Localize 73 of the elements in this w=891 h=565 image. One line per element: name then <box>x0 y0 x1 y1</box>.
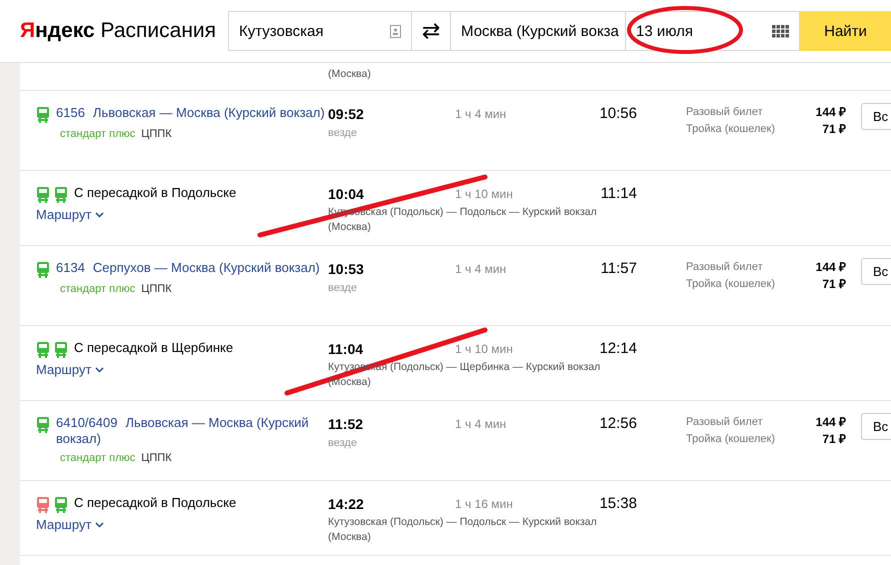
chevron-down-icon <box>95 367 104 373</box>
fare-price: 144 ₽ <box>816 105 846 119</box>
fare-label: Тройка (кошелек) <box>686 122 776 136</box>
train-route-link[interactable]: 6156 Львовская — Москва (Курский вокзал) <box>56 105 325 121</box>
fare-label: Разовый билет <box>686 105 763 119</box>
stops-label: везде <box>328 126 357 140</box>
duration-label: 1 ч 4 мин <box>455 416 506 433</box>
calendar-icon[interactable] <box>772 24 790 38</box>
swap-button[interactable]: ⇄ <box>412 11 450 51</box>
route-stations: Кутузовская (Подольск) — Подольск — Курский вокзал (Москва) <box>328 515 598 545</box>
fare-price: 71 ₽ <box>822 277 846 291</box>
fare-label: Разовый билет <box>686 260 763 274</box>
chevron-down-icon <box>95 212 104 218</box>
train-icon <box>36 106 50 123</box>
departure-time: 11:52 <box>328 415 364 433</box>
carrier-label: ЦППК <box>141 451 172 465</box>
fare-label: Тройка (кошелек) <box>686 432 776 446</box>
route-link[interactable]: Маршрут <box>36 362 104 378</box>
search-button[interactable]: Найти <box>800 11 891 51</box>
arrival-time: 12:56 <box>599 415 637 433</box>
carrier-label: ЦППК <box>141 127 172 141</box>
route-stations: (Москва) <box>328 67 371 82</box>
departure-time: 11:04 <box>328 340 364 358</box>
logo[interactable]: Яндекс Расписания <box>20 17 216 45</box>
arrival-time: 12:14 <box>599 340 637 358</box>
arrival-time: 15:38 <box>599 495 637 513</box>
train-icon <box>36 341 50 358</box>
category-label: стандарт плюс <box>60 451 136 465</box>
stops-label: везде <box>328 436 357 450</box>
arrival-time: 11:14 <box>600 185 637 203</box>
transfer-title: С пересадкой в Подольске <box>74 495 236 511</box>
fare-price: 71 ₽ <box>822 432 846 446</box>
fare-price: 71 ₽ <box>822 122 846 136</box>
train-icon <box>54 341 68 358</box>
train-icon <box>36 186 50 203</box>
departure-time: 10:53 <box>328 260 364 278</box>
train-icon <box>36 496 50 513</box>
transfer-title: С пересадкой в Щербинке <box>74 340 234 356</box>
duration-label: 1 ч 10 мин <box>455 186 513 203</box>
category-label: стандарт плюс <box>60 127 136 141</box>
route-link[interactable]: Маршрут <box>36 207 104 223</box>
date-field[interactable]: 13 июля <box>626 11 800 51</box>
departure-time: 14:22 <box>328 495 365 513</box>
fare-label: Тройка (кошелек) <box>686 277 776 291</box>
train-icon <box>54 496 68 513</box>
carrier-label: ЦППК <box>141 282 172 296</box>
arrival-time: 11:57 <box>600 260 637 278</box>
all-fares-button[interactable]: Вс <box>861 258 891 285</box>
train-icon <box>54 186 68 203</box>
train-icon <box>36 416 50 433</box>
duration-label: 1 ч 16 мин <box>455 496 513 513</box>
fare-price: 144 ₽ <box>816 260 846 274</box>
train-route-link[interactable]: 6134 Серпухов — Москва (Курский вокзал) <box>56 260 320 276</box>
fare-label: Разовый билет <box>686 415 763 429</box>
all-fares-button[interactable]: Вс <box>861 103 891 130</box>
train-route-link[interactable]: 6410/6409 Львовская — Москва (Курский вокзал) <box>56 415 328 447</box>
from-field[interactable]: Кутузовская <box>228 11 412 51</box>
stops-label: везде <box>328 281 357 295</box>
contact-card-icon[interactable] <box>390 24 402 38</box>
departure-time: 09:52 <box>328 105 364 123</box>
to-field[interactable]: Москва (Курский вокза <box>450 11 626 51</box>
transfer-title: С пересадкой в Подольске <box>74 185 236 201</box>
all-fares-button[interactable]: Вс <box>861 413 891 440</box>
arrival-time: 10:56 <box>599 105 637 123</box>
train-icon <box>36 261 50 278</box>
fare-price: 144 ₽ <box>816 415 846 429</box>
chevron-down-icon <box>95 522 104 528</box>
duration-label: 1 ч 4 мин <box>455 261 506 278</box>
route-link[interactable]: Маршрут <box>36 517 104 533</box>
duration-label: 1 ч 10 мин <box>455 341 513 358</box>
departure-time: 10:04 <box>328 185 365 203</box>
category-label: стандарт плюс <box>60 282 136 296</box>
duration-label: 1 ч 4 мин <box>455 106 506 123</box>
